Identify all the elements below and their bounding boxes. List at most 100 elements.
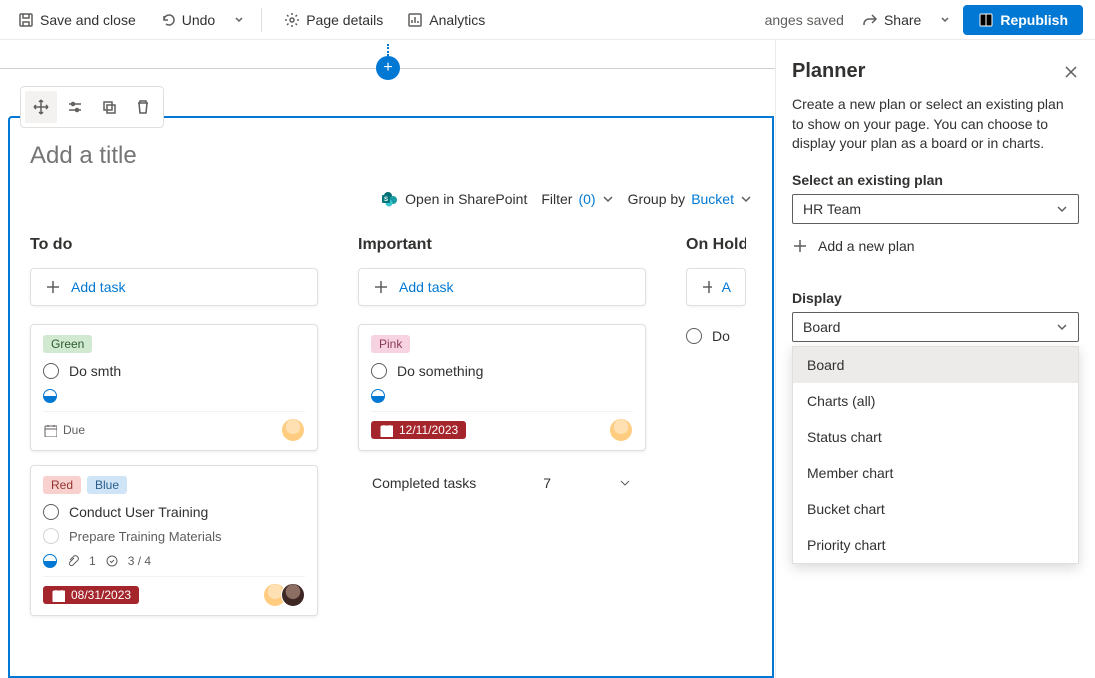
task-card[interactable]: Red Blue Conduct User Training Prepare T… bbox=[30, 465, 318, 616]
property-pane: Planner Create a new plan or select an e… bbox=[775, 40, 1095, 678]
share-button[interactable]: Share bbox=[856, 8, 927, 32]
task-card[interactable]: Green Do smth Due bbox=[30, 324, 318, 451]
filter-label: Filter bbox=[541, 191, 572, 207]
sharepoint-icon: S bbox=[381, 190, 399, 208]
chevron-down-icon bbox=[618, 476, 632, 490]
avatar bbox=[281, 583, 305, 607]
tag-blue: Blue bbox=[87, 476, 127, 494]
group-by-label: Group by bbox=[628, 191, 686, 207]
task-checkbox[interactable] bbox=[43, 528, 59, 544]
task-checkbox[interactable] bbox=[371, 363, 387, 379]
task-title: Do smth bbox=[69, 363, 121, 379]
add-new-plan-button[interactable]: Add a new plan bbox=[792, 238, 1079, 254]
display-option-status[interactable]: Status chart bbox=[793, 419, 1078, 455]
due-date: Due bbox=[43, 423, 85, 437]
add-new-plan-label: Add a new plan bbox=[818, 238, 915, 254]
avatar bbox=[281, 418, 305, 442]
bucket-on-hold: On Hold A Do bbox=[686, 236, 746, 630]
close-icon[interactable] bbox=[1063, 64, 1079, 80]
bucket-important: Important Add task Pink Do something bbox=[358, 236, 646, 630]
planner-filters-bar: S Open in SharePoint Filter (0) Group by… bbox=[30, 190, 752, 208]
divider bbox=[261, 8, 262, 32]
add-task-label: Add task bbox=[399, 279, 453, 295]
task-title: Do something bbox=[397, 363, 483, 379]
save-and-close-button[interactable]: Save and close bbox=[12, 8, 142, 32]
checklist-count: 3 / 4 bbox=[128, 554, 151, 568]
open-in-sharepoint-link[interactable]: S Open in SharePoint bbox=[381, 190, 527, 208]
add-task-button[interactable]: A bbox=[686, 268, 746, 306]
undo-label: Undo bbox=[182, 12, 215, 28]
book-icon bbox=[978, 12, 994, 28]
bucket-title: On Hold bbox=[686, 236, 746, 254]
task-checkbox[interactable] bbox=[43, 363, 59, 379]
republish-button[interactable]: Republish bbox=[963, 5, 1083, 35]
group-by-value: Bucket bbox=[691, 191, 734, 207]
checklist-icon bbox=[106, 555, 118, 567]
display-value: Board bbox=[803, 319, 840, 335]
analytics-button[interactable]: Analytics bbox=[401, 8, 491, 32]
delete-webpart-button[interactable] bbox=[127, 91, 159, 123]
display-option-priority[interactable]: Priority chart bbox=[793, 527, 1078, 563]
due-label: Due bbox=[63, 423, 85, 437]
bucket-to-do: To do Add task Green Do smth bbox=[30, 236, 318, 630]
page-details-button[interactable]: Page details bbox=[278, 8, 389, 32]
add-task-button[interactable]: Add task bbox=[358, 268, 646, 306]
task-checkbox[interactable] bbox=[686, 328, 702, 344]
calendar-icon bbox=[379, 423, 393, 437]
add-task-button[interactable]: Add task bbox=[30, 268, 318, 306]
planner-board: To do Add task Green Do smth bbox=[30, 236, 752, 630]
pane-title: Planner bbox=[792, 60, 865, 83]
filter-button[interactable]: Filter (0) bbox=[541, 191, 613, 207]
plus-icon bbox=[45, 279, 61, 295]
completed-count: 7 bbox=[543, 475, 551, 491]
due-date-overdue: 12/11/2023 bbox=[371, 421, 466, 439]
undo-dropdown[interactable] bbox=[233, 8, 245, 32]
tag-pink: Pink bbox=[371, 335, 410, 353]
plus-icon bbox=[792, 238, 808, 254]
display-option-charts-all[interactable]: Charts (all) bbox=[793, 383, 1078, 419]
bucket-title: To do bbox=[30, 236, 318, 254]
chevron-down-icon bbox=[602, 193, 614, 205]
open-in-sharepoint-label: Open in SharePoint bbox=[405, 191, 527, 207]
group-by-button[interactable]: Group by Bucket bbox=[628, 191, 752, 207]
undo-button[interactable]: Undo bbox=[154, 8, 221, 32]
task-checkbox[interactable] bbox=[43, 504, 59, 520]
task-card[interactable]: Do bbox=[686, 324, 746, 348]
move-webpart-button[interactable] bbox=[25, 91, 57, 123]
command-bar: Save and close Undo Page details Analyti… bbox=[0, 0, 1095, 40]
display-option-bucket[interactable]: Bucket chart bbox=[793, 491, 1078, 527]
add-section-button[interactable]: + bbox=[376, 56, 400, 80]
save-status: anges saved bbox=[765, 12, 844, 28]
attachment-icon bbox=[67, 555, 79, 567]
progress-icon bbox=[43, 389, 57, 403]
planner-webpart: S Open in SharePoint Filter (0) Group by… bbox=[8, 116, 774, 678]
gear-icon bbox=[284, 12, 300, 28]
chevron-down-icon bbox=[740, 193, 752, 205]
tag-red: Red bbox=[43, 476, 81, 494]
due-label: 12/11/2023 bbox=[399, 423, 458, 437]
edit-webpart-button[interactable] bbox=[59, 91, 91, 123]
select-plan-dropdown[interactable]: HR Team bbox=[792, 194, 1079, 224]
display-dropdown-menu: Board Charts (all) Status chart Member c… bbox=[792, 346, 1079, 564]
chevron-down-icon bbox=[940, 15, 950, 25]
assignees bbox=[615, 418, 633, 442]
bucket-title: Important bbox=[358, 236, 646, 254]
display-option-member[interactable]: Member chart bbox=[793, 455, 1078, 491]
pane-description: Create a new plan or select an existing … bbox=[792, 95, 1079, 154]
share-dropdown[interactable] bbox=[939, 8, 951, 32]
due-label: 08/31/2023 bbox=[71, 588, 131, 602]
filter-count: (0) bbox=[578, 191, 595, 207]
display-option-board[interactable]: Board bbox=[793, 347, 1078, 383]
undo-icon bbox=[160, 12, 176, 28]
avatar bbox=[609, 418, 633, 442]
task-card[interactable]: Pink Do something 12/11/2023 bbox=[358, 324, 646, 451]
completed-tasks-toggle[interactable]: Completed tasks 7 bbox=[358, 465, 646, 501]
sliders-icon bbox=[67, 99, 83, 115]
svg-text:S: S bbox=[384, 197, 388, 203]
task-title: Do bbox=[712, 328, 730, 344]
save-icon bbox=[18, 12, 34, 28]
webpart-title-input[interactable] bbox=[30, 138, 752, 174]
display-dropdown[interactable]: Board bbox=[792, 312, 1079, 342]
duplicate-webpart-button[interactable] bbox=[93, 91, 125, 123]
tag-green: Green bbox=[43, 335, 92, 353]
